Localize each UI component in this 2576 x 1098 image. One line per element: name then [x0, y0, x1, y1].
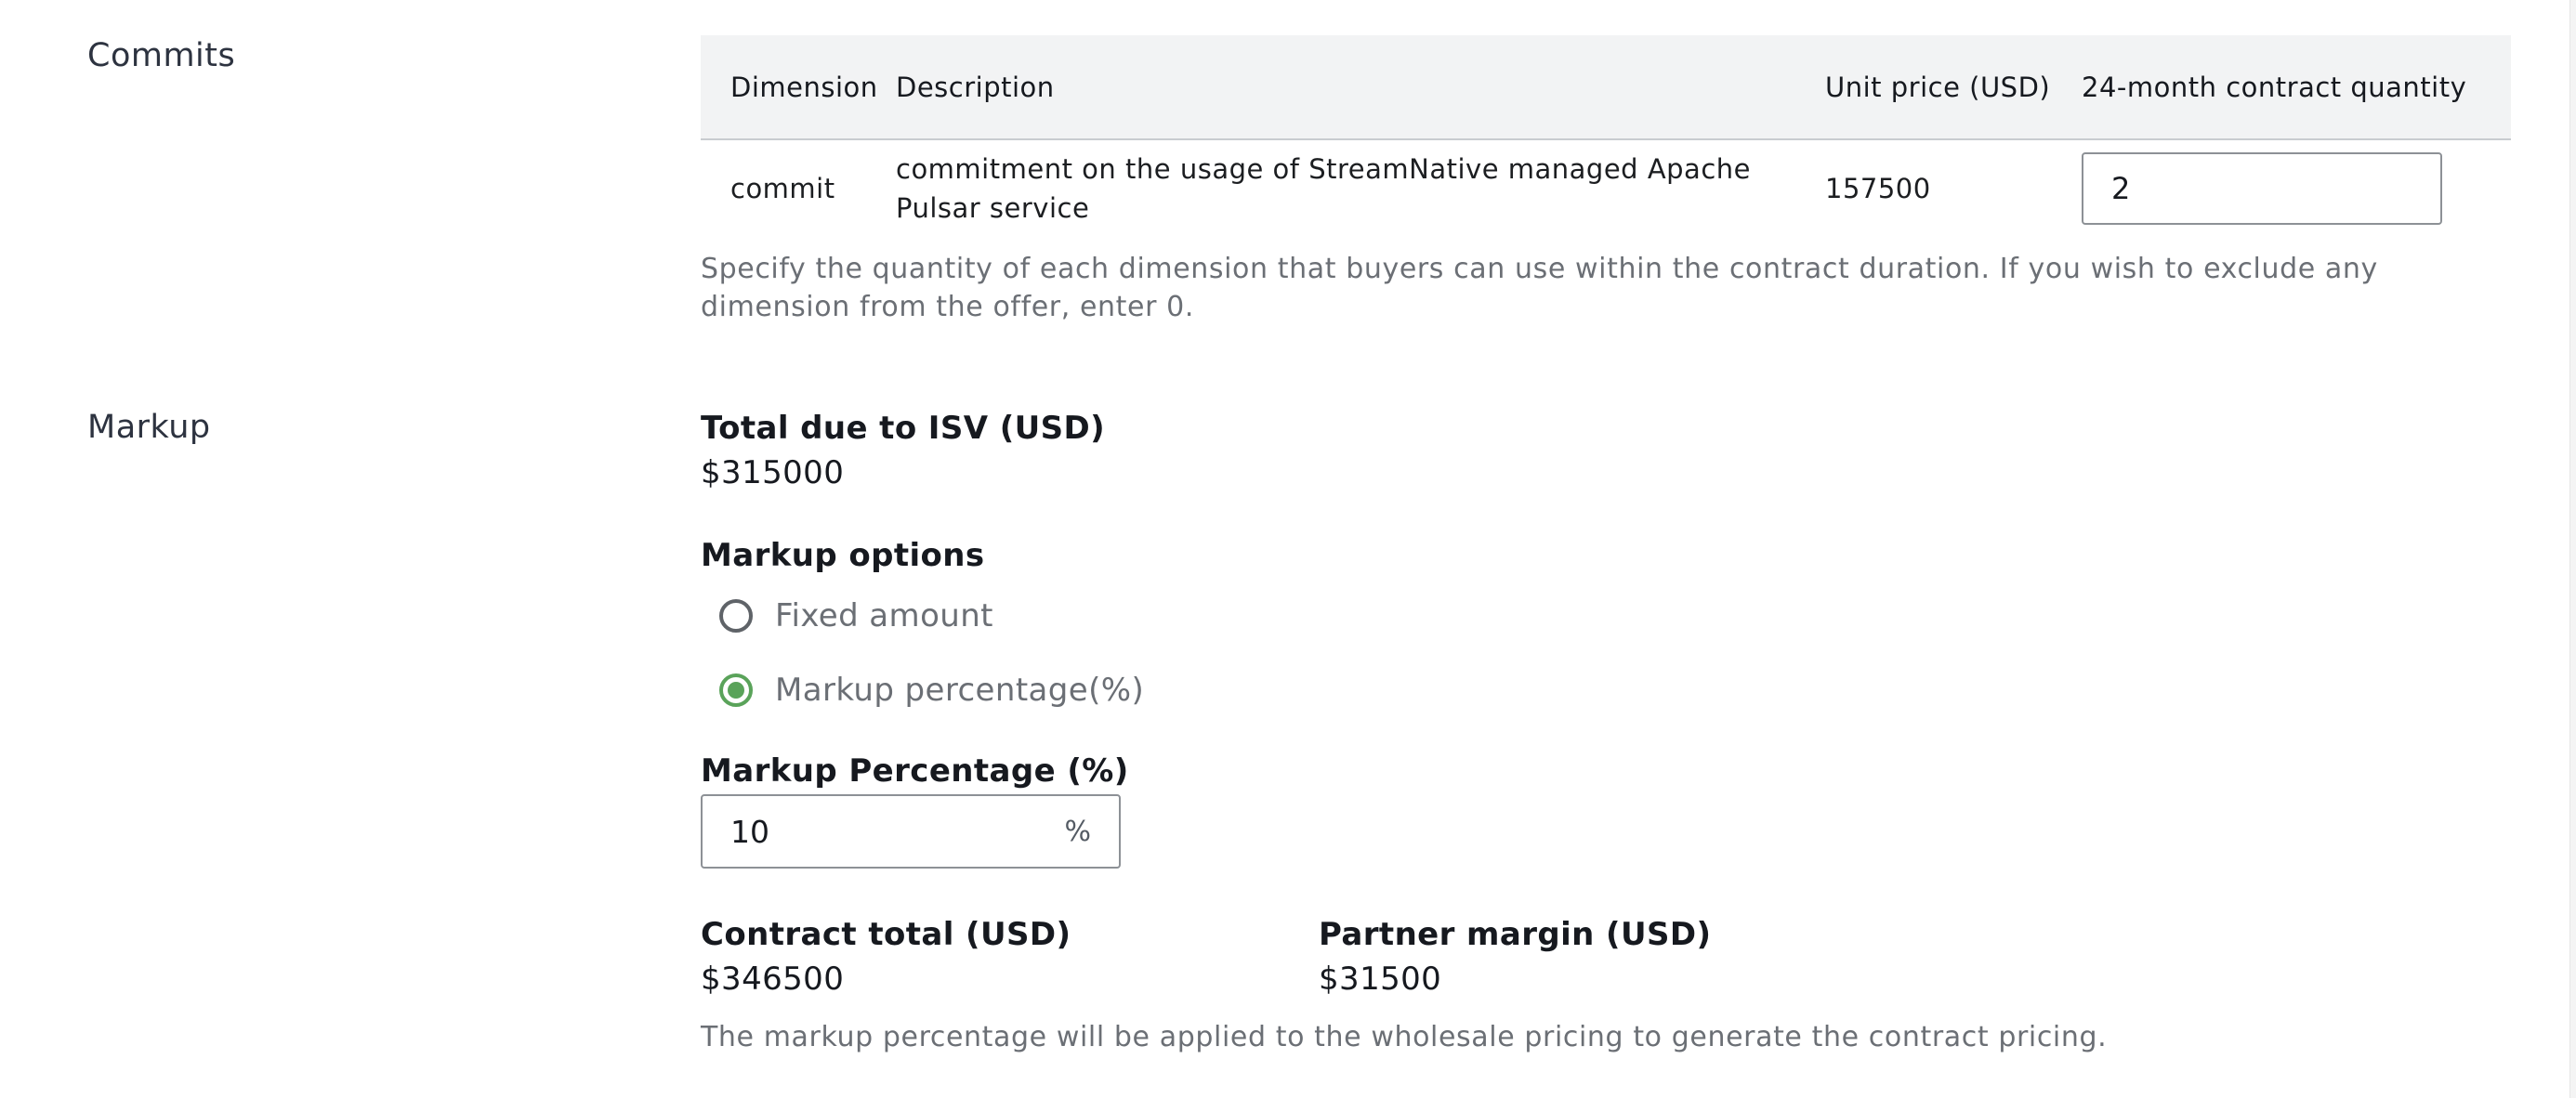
markup-percentage-value: 10: [730, 813, 769, 850]
total-due-label: Total due to ISV (USD): [701, 410, 1106, 447]
commits-section-label: Commits: [87, 37, 236, 74]
scrollbar-track[interactable]: [2569, 0, 2576, 1098]
radio-fixed-amount[interactable]: Fixed amount: [719, 597, 993, 634]
table-header-row: Dimension Description Unit price (USD) 2…: [701, 35, 2511, 140]
commits-table: Dimension Description Unit price (USD) 2…: [701, 35, 2511, 237]
contract-total-value: $346500: [701, 961, 845, 998]
radio-fixed-amount-label: Fixed amount: [775, 597, 993, 634]
cell-description: commitment on the usage of StreamNative …: [896, 153, 1751, 224]
header-unit-price: Unit price (USD): [1825, 71, 2051, 103]
markup-percentage-input[interactable]: 10 %: [701, 794, 1121, 869]
partner-margin-label: Partner margin (USD): [1319, 916, 1712, 953]
table-row: commit commitment on the usage of Stream…: [701, 140, 2511, 237]
cell-unit-price: 157500: [1825, 173, 1931, 204]
contract-total-label: Contract total (USD): [701, 916, 1071, 953]
quantity-input[interactable]: 2: [2082, 152, 2442, 225]
cell-dimension: commit: [730, 173, 835, 204]
markup-options-label: Markup options: [701, 537, 985, 574]
markup-percentage-label: Markup Percentage (%): [701, 752, 1129, 790]
commits-help-text: Specify the quantity of each dimension t…: [701, 253, 2378, 323]
markup-section-label: Markup: [87, 409, 211, 446]
radio-markup-percentage-label: Markup percentage(%): [775, 672, 1145, 709]
radio-unchecked-icon[interactable]: [719, 599, 753, 633]
radio-checked-icon[interactable]: [719, 673, 753, 707]
partner-margin-value: $31500: [1319, 961, 1442, 998]
header-quantity: 24-month contract quantity: [2082, 71, 2467, 103]
radio-markup-percentage[interactable]: Markup percentage(%): [719, 672, 1144, 709]
header-description: Description: [896, 71, 1055, 103]
total-due-value: $315000: [701, 454, 845, 491]
percent-suffix: %: [1064, 815, 1091, 848]
markup-help-text: The markup percentage will be applied to…: [701, 1021, 2108, 1053]
header-dimension: Dimension: [730, 71, 878, 103]
